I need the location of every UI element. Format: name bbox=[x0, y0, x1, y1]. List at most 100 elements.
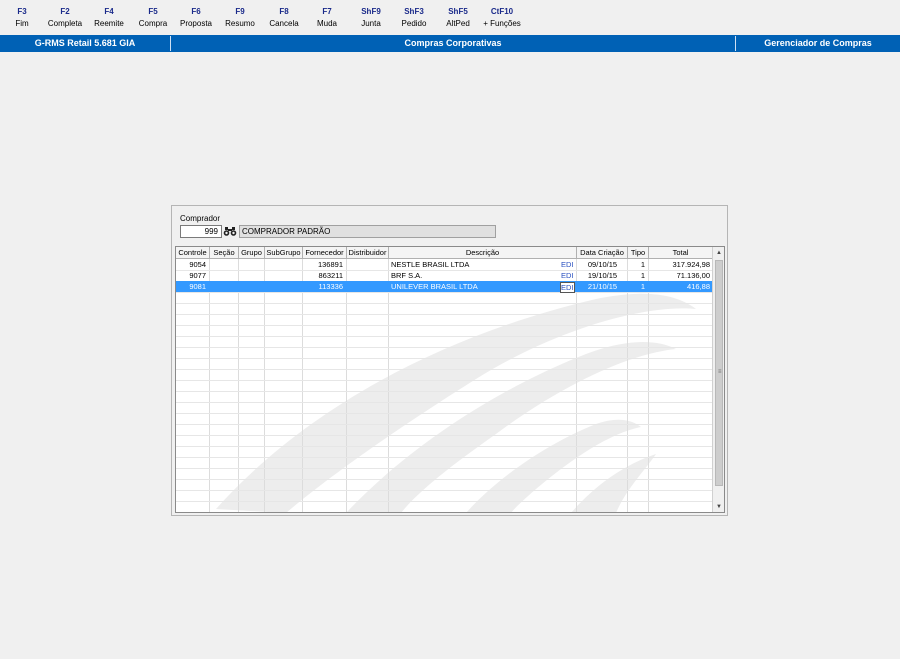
muda-label: Muda bbox=[316, 19, 337, 28]
grid-line bbox=[176, 446, 713, 447]
key-f5: F5 bbox=[148, 7, 158, 16]
col-secao[interactable]: Seção bbox=[210, 247, 239, 259]
binoculars-icon[interactable] bbox=[223, 224, 237, 238]
cell-total: 416,88 bbox=[687, 282, 710, 291]
scroll-down-icon[interactable]: ▼ bbox=[713, 501, 724, 512]
fim-label: Fim bbox=[15, 19, 29, 28]
grid-line bbox=[176, 457, 713, 458]
key-f4: F4 bbox=[104, 7, 114, 16]
grid-line bbox=[302, 259, 303, 512]
altped-button[interactable]: ShF5 AltPed bbox=[436, 6, 480, 30]
cell-descricao: UNILEVER BRASIL LTDA bbox=[391, 282, 478, 291]
grid-line bbox=[176, 512, 713, 513]
grid-line bbox=[627, 259, 628, 512]
key-f9: F9 bbox=[235, 7, 245, 16]
mais-funcoes-button[interactable]: CtF10 + Funções bbox=[480, 6, 524, 30]
grid-line bbox=[176, 435, 713, 436]
comprador-code-field[interactable]: 999 bbox=[180, 225, 222, 238]
cell-fornecedor: 863211 bbox=[318, 271, 343, 280]
app-title: G-RMS Retail 5.681 GIA bbox=[34, 38, 136, 48]
junta-label: Junta bbox=[361, 19, 381, 28]
key-f2: F2 bbox=[60, 7, 70, 16]
edi-badge: EDI bbox=[561, 260, 574, 269]
key-f3: F3 bbox=[17, 7, 27, 16]
cell-tipo: 1 bbox=[640, 282, 645, 291]
grid-line bbox=[346, 259, 347, 512]
grid-line bbox=[176, 336, 713, 337]
cancela-label: Cancela bbox=[269, 19, 299, 28]
key-shf9: ShF9 bbox=[361, 7, 381, 16]
grid-header: Controle Seção Grupo SubGrupo Fornecedor… bbox=[176, 247, 713, 259]
grid-line bbox=[238, 259, 239, 512]
resumo-button[interactable]: F9 Resumo bbox=[218, 6, 262, 30]
module-title: Gerenciador de Compras bbox=[764, 38, 872, 48]
grid-line bbox=[176, 380, 713, 381]
col-descricao[interactable]: Descrição bbox=[389, 247, 577, 259]
pedido-label: Pedido bbox=[401, 19, 427, 28]
compras-panel: Comprador 999 COMPRADOR PADRÃO Controle … bbox=[171, 205, 728, 516]
reemite-label: Reemite bbox=[94, 19, 124, 28]
junta-button[interactable]: ShF9 Junta bbox=[349, 6, 393, 30]
col-fornecedor[interactable]: Fornecedor bbox=[303, 247, 347, 259]
cancela-button[interactable]: F8 Cancela bbox=[262, 6, 306, 30]
title-bar: G-RMS Retail 5.681 GIA Compras Corporati… bbox=[0, 35, 900, 52]
grid-line bbox=[176, 490, 713, 491]
fim-button[interactable]: F3 Fim bbox=[0, 6, 44, 30]
grid-line bbox=[176, 468, 713, 469]
proposta-label: Proposta bbox=[179, 19, 213, 28]
cell-controle: 9081 bbox=[189, 282, 206, 291]
grid-line bbox=[176, 479, 713, 480]
grid-line bbox=[648, 259, 649, 512]
grid-line bbox=[209, 259, 210, 512]
completa-label: Completa bbox=[47, 19, 83, 28]
vertical-scrollbar[interactable]: ▲ ≡ ▼ bbox=[712, 247, 724, 512]
col-grupo[interactable]: Grupo bbox=[239, 247, 265, 259]
scroll-thumb[interactable]: ≡ bbox=[715, 260, 723, 486]
col-total[interactable]: Total bbox=[649, 247, 713, 259]
comprador-label: Comprador bbox=[180, 214, 221, 223]
cell-total: 71.136,00 bbox=[676, 271, 710, 280]
edi-badge: EDI bbox=[561, 271, 574, 280]
grid-line bbox=[176, 358, 713, 359]
grid-line bbox=[264, 259, 265, 512]
grid-line bbox=[176, 314, 713, 315]
table-row[interactable]: 9054 136891 NESTLE BRASIL LTDA EDI 09/10… bbox=[176, 259, 713, 270]
col-controle[interactable]: Controle bbox=[176, 247, 210, 259]
grid-line bbox=[176, 325, 713, 326]
compra-button[interactable]: F5 Compra bbox=[131, 6, 175, 30]
col-data-criacao[interactable]: Data Criação bbox=[577, 247, 628, 259]
orders-grid: Controle Seção Grupo SubGrupo Fornecedor… bbox=[175, 246, 725, 513]
pedido-button[interactable]: ShF3 Pedido bbox=[392, 6, 436, 30]
proposta-button[interactable]: F6 Proposta bbox=[174, 6, 218, 30]
scroll-up-icon[interactable]: ▲ bbox=[713, 247, 724, 259]
grip-icon: ≡ bbox=[718, 369, 722, 375]
col-distribuidor[interactable]: Distribuidor bbox=[347, 247, 389, 259]
col-subgrupo[interactable]: SubGrupo bbox=[265, 247, 303, 259]
muda-button[interactable]: F7 Muda bbox=[305, 6, 349, 30]
completa-button[interactable]: F2 Completa bbox=[43, 6, 87, 30]
cell-fornecedor: 136891 bbox=[317, 260, 343, 269]
grid-line bbox=[176, 292, 713, 293]
edi-badge: EDI bbox=[560, 282, 575, 293]
compra-label: Compra bbox=[138, 19, 168, 28]
key-f7: F7 bbox=[322, 7, 332, 16]
cell-controle: 9054 bbox=[189, 260, 206, 269]
cell-fornecedor: 113336 bbox=[318, 282, 343, 291]
screen-title: Compras Corporativas bbox=[404, 38, 502, 48]
key-shf3: ShF3 bbox=[404, 7, 424, 16]
key-f8: F8 bbox=[279, 7, 289, 16]
table-row-selected[interactable]: 9081 113336 UNILEVER BRASIL LTDA EDI 21/… bbox=[176, 281, 713, 293]
cell-controle: 9077 bbox=[189, 271, 206, 280]
cell-data: 21/10/15 bbox=[587, 282, 618, 291]
reemite-button[interactable]: F4 Reemite bbox=[87, 6, 131, 30]
cell-total: 317.924,98 bbox=[672, 260, 710, 269]
logo-watermark bbox=[216, 293, 696, 512]
key-ctf10: CtF10 bbox=[490, 7, 514, 16]
cell-data: 19/10/15 bbox=[587, 271, 618, 280]
key-f6: F6 bbox=[191, 7, 201, 16]
col-tipo[interactable]: Tipo bbox=[628, 247, 649, 259]
cell-tipo: 1 bbox=[640, 271, 645, 280]
table-row[interactable]: 9077 863211 BRF S.A. EDI 19/10/15 1 71.1… bbox=[176, 270, 713, 281]
cell-descricao: BRF S.A. bbox=[391, 271, 423, 280]
grid-body: 9054 136891 NESTLE BRASIL LTDA EDI 09/10… bbox=[176, 259, 713, 513]
